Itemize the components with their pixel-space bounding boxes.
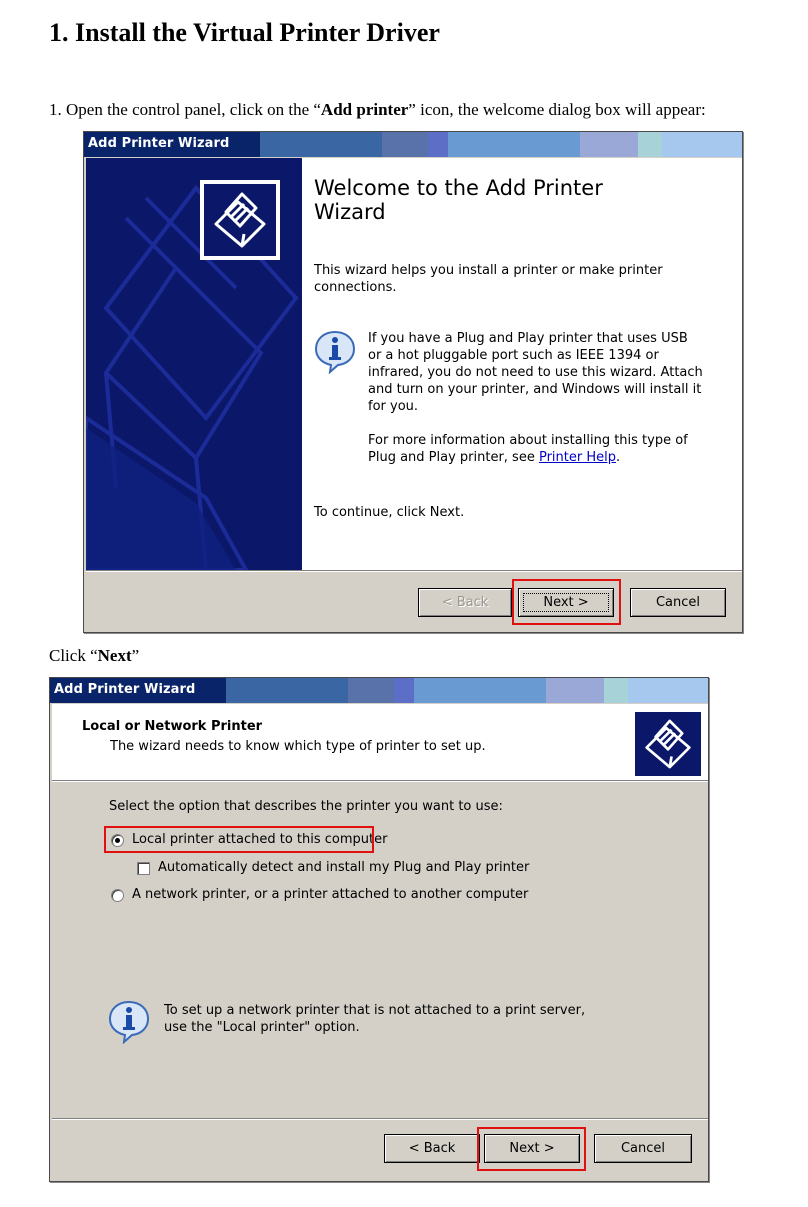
info-text-line1: To set up a network printer that is not … — [164, 1003, 586, 1018]
button-separator — [52, 1118, 708, 1120]
continue-text: To continue, click Next. — [314, 505, 465, 520]
wizard-header: Local or Network Printer The wizard need… — [52, 704, 708, 780]
welcome-title-line1: Welcome to the Add Printer — [314, 176, 603, 200]
info-icon — [314, 330, 356, 374]
header-subtitle: The wizard needs to know which type of p… — [110, 739, 486, 754]
step-1-instruction: 1. Open the control panel, click on the … — [49, 100, 706, 119]
window-title: Add Printer Wizard — [88, 136, 230, 151]
pnp-text-line3: infrared, you do not need to use this wi… — [368, 365, 703, 380]
local-printer-label[interactable]: Local printer attached to this computer — [132, 832, 387, 847]
intro-text-line1: This wizard helps you install a printer … — [314, 263, 663, 278]
window-title: Add Printer Wizard — [54, 682, 196, 697]
network-printer-radio[interactable] — [111, 889, 124, 902]
next-button[interactable]: Next > — [518, 588, 614, 617]
info-icon — [108, 1000, 150, 1044]
title-bar[interactable]: Add Printer Wizard — [50, 678, 708, 703]
printer-icon — [635, 712, 701, 776]
cancel-button[interactable]: Cancel — [594, 1134, 692, 1163]
printer-icon — [200, 180, 280, 260]
header-title: Local or Network Printer — [82, 719, 263, 734]
welcome-content: Welcome to the Add Printer Wizard This w… — [302, 158, 742, 570]
info-text-line2: use the "Local printer" option. — [164, 1020, 360, 1035]
network-printer-label[interactable]: A network printer, or a printer attached… — [132, 887, 528, 902]
title-bar[interactable]: Add Printer Wizard — [84, 132, 742, 157]
local-printer-radio[interactable] — [111, 834, 124, 847]
click-next-instruction: Click “Next” — [49, 646, 140, 665]
document-heading: 1. Install the Virtual Printer Driver — [49, 18, 440, 47]
pnp-text-line1: If you have a Plug and Play printer that… — [368, 331, 688, 346]
welcome-title-line2: Wizard — [314, 200, 386, 224]
button-separator — [86, 570, 742, 572]
header-separator — [52, 780, 708, 782]
selection-prompt: Select the option that describes the pri… — [109, 799, 503, 814]
back-button[interactable]: < Back — [384, 1134, 480, 1163]
back-button[interactable]: < Back — [418, 588, 512, 617]
pnp-text-line2: or a hot pluggable port such as IEEE 139… — [368, 348, 659, 363]
cancel-button[interactable]: Cancel — [630, 588, 726, 617]
printer-help-link[interactable]: Printer Help — [539, 450, 616, 465]
wizard-sidebar-art — [86, 158, 302, 570]
add-printer-wizard-type-dialog: Add Printer Wizard Local or Network Prin… — [49, 677, 709, 1182]
more-info-line2: Plug and Play printer, see Printer Help. — [368, 450, 621, 465]
autodetect-checkbox[interactable] — [137, 862, 150, 875]
next-button[interactable]: Next > — [484, 1134, 580, 1163]
add-printer-wizard-welcome-dialog: Add Printer Wizard Welcome to the Add Pr… — [83, 131, 743, 633]
more-info-line1: For more information about installing th… — [368, 433, 688, 448]
intro-text-line2: connections. — [314, 280, 397, 295]
pnp-text-line4: and turn on your printer, and Windows wi… — [368, 382, 702, 397]
pnp-text-line5: for you. — [368, 399, 419, 414]
autodetect-label[interactable]: Automatically detect and install my Plug… — [158, 860, 529, 875]
